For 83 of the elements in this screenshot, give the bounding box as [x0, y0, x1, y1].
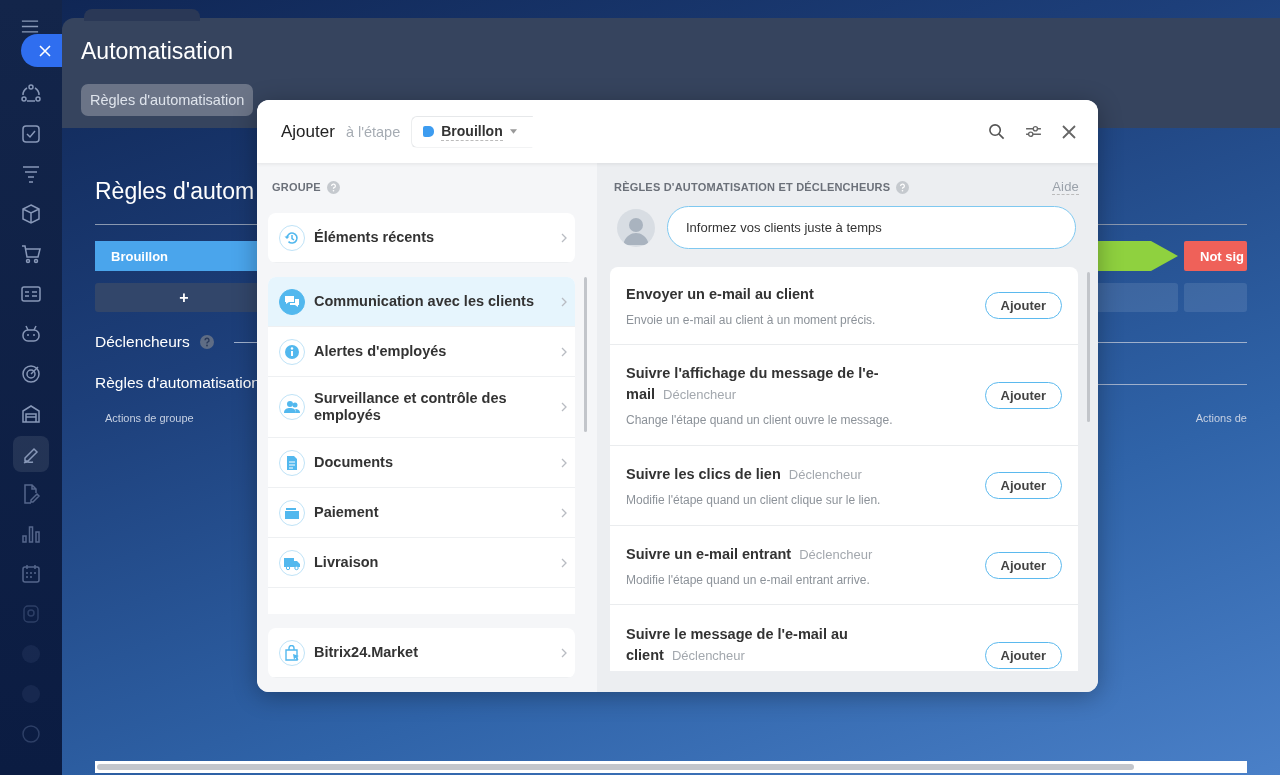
group-label: Livraison — [314, 554, 380, 571]
history-icon — [284, 229, 300, 246]
stage-name: Brouillon — [111, 248, 169, 264]
close-icon — [38, 44, 51, 57]
chevron-icon — [561, 507, 567, 518]
add-button[interactable]: Ajouter — [984, 642, 1062, 669]
rule-title: Envoyer un e-mail au client — [626, 285, 815, 304]
cube-icon — [21, 204, 41, 224]
id-card-icon — [21, 284, 41, 304]
dialog-title: Ajouter — [281, 121, 335, 142]
chat-icon — [284, 293, 300, 310]
column-heading: RÈGLES D'AUTOMATISATION ET DÉCLENCHEURS — [614, 181, 891, 193]
column-label: Actions de groupe — [105, 412, 194, 424]
info-icon — [284, 343, 300, 360]
page-title: Automatisation — [81, 38, 235, 65]
rule-title: Suivre les clics de lien Déclencheur — [626, 465, 863, 484]
group-item[interactable]: Documents — [268, 438, 575, 488]
section-title: Règles d'automatisation — [95, 374, 260, 392]
group-item[interactable]: Paiement — [268, 488, 575, 538]
robot-icon — [21, 324, 41, 344]
group-label: Paiement — [314, 504, 380, 521]
group-item[interactable]: Éléments récents — [268, 213, 575, 263]
people-icon — [284, 399, 300, 415]
bar-chart-icon — [21, 524, 41, 544]
document-pen-icon — [21, 484, 41, 504]
chevron-icon — [561, 402, 567, 412]
tab[interactable]: Règles d'automatisation — [81, 84, 254, 116]
avatar — [617, 208, 655, 247]
chevron-icon — [561, 296, 567, 307]
chevron-icon — [561, 647, 567, 658]
rule-title: Suivre le message de l'e-mail au client Déclencheur — [626, 624, 849, 665]
group-label: Alertes d'employés — [314, 343, 448, 360]
chevron-icon — [561, 346, 567, 357]
add-button[interactable]: Ajouter — [984, 551, 1062, 579]
column-label: Actions de — [1195, 412, 1247, 424]
group-item[interactable]: Bitrix24.Market — [268, 628, 575, 678]
search-icon[interactable] — [988, 123, 1005, 140]
close-icon[interactable] — [1062, 124, 1076, 139]
flow-icon — [21, 84, 41, 104]
shopping-bag-icon — [284, 644, 300, 661]
circle-icon — [21, 724, 41, 744]
menu-icon[interactable] — [21, 20, 39, 33]
group-label: Communication avec les clients — [314, 293, 535, 310]
stage-name: Not sig — [1200, 248, 1245, 264]
section-title: Déclencheurs — [95, 333, 190, 351]
speech-bubble: Informez vos clients juste à temps — [667, 206, 1076, 249]
cart-icon — [21, 244, 41, 264]
rule-description: Modifie l'étape quand un e-mail entrant arrive. — [626, 572, 871, 587]
rule-description: Envoie un e-mail au client à un moment précis. — [626, 313, 877, 327]
stage-prefix: à l'étape — [345, 123, 401, 140]
chevron-icon — [561, 557, 567, 568]
add-button[interactable]: Ajouter — [984, 472, 1062, 499]
calendar-icon — [21, 564, 41, 584]
group-item[interactable]: Alertes d'employés — [268, 327, 575, 377]
slider-tab[interactable] — [84, 9, 200, 21]
funnel-icon — [21, 164, 41, 184]
sidebar-item[interactable] — [13, 436, 49, 472]
rule-description: Modifie l'étape quand un client clique sur le lien. — [626, 493, 882, 507]
garage-icon — [21, 404, 41, 424]
group-item[interactable]: Livraison — [268, 538, 575, 588]
add-button[interactable]: Ajouter — [984, 381, 1062, 409]
settings-icon[interactable] — [1025, 125, 1042, 138]
document-icon — [284, 454, 300, 471]
group-item[interactable]: Communication avec les clients — [268, 277, 575, 327]
scrollbar[interactable] — [1087, 272, 1090, 422]
group-label: Éléments récents — [314, 229, 436, 246]
group-item[interactable]: Surveillance et contrôle des employés — [268, 377, 575, 438]
add-button[interactable]: Ajouter — [984, 292, 1062, 319]
help-icon[interactable] — [199, 335, 214, 349]
target-icon — [21, 364, 41, 384]
checkbox-icon — [21, 124, 41, 144]
page-heading: Règles d'autom — [95, 178, 255, 206]
group-label: Surveillance et contrôle des employés — [314, 390, 508, 424]
horizontal-scrollbar[interactable] — [95, 761, 1247, 773]
group-label: Documents — [314, 454, 394, 471]
rule-title: Suivre un e-mail entrant Déclencheur — [626, 544, 874, 564]
group-label: Bitrix24.Market — [314, 644, 419, 661]
chevron-icon — [561, 232, 567, 243]
rule-title: Suivre l'affichage du message de l'e-mail Déclencheur — [626, 364, 880, 404]
scrollbar[interactable] — [584, 277, 587, 432]
rule-description: Change l'étape quand un client ouvre le message. — [626, 413, 894, 427]
column-heading: GROUPE — [272, 181, 321, 193]
chevron-icon — [561, 457, 567, 468]
